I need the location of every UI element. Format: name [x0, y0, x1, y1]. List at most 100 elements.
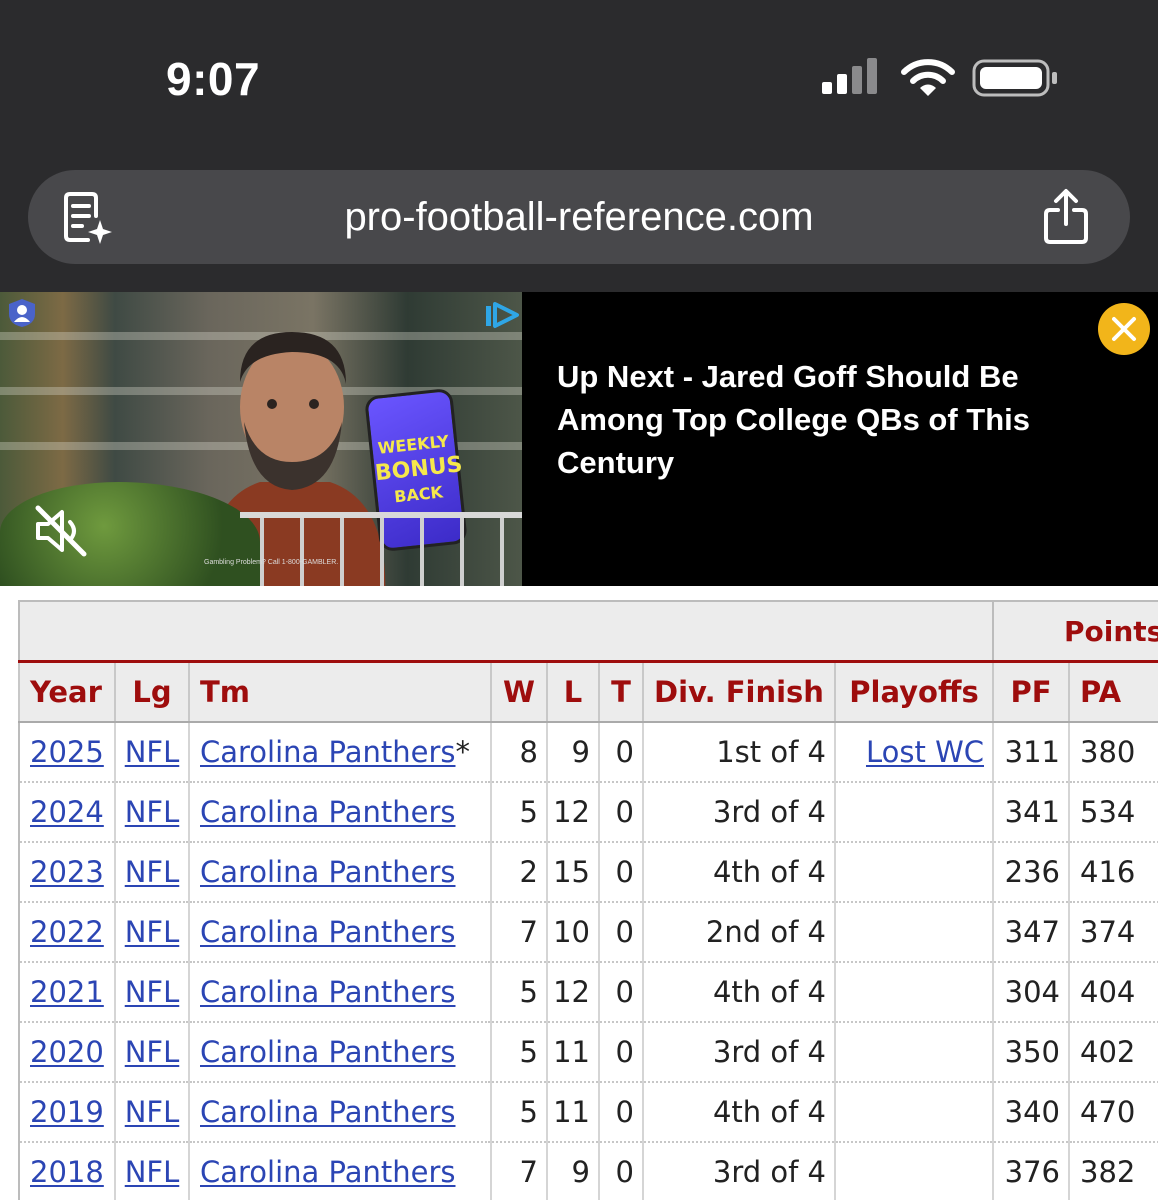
adchoices-icon[interactable] — [484, 300, 520, 330]
col-header-year[interactable]: Year — [18, 660, 116, 723]
col-header-w[interactable]: W — [490, 660, 548, 723]
browser-chrome: 9:07 pro-football-reference.com — [0, 0, 1158, 292]
col-header-l[interactable]: L — [546, 660, 600, 723]
league-link[interactable]: NFL — [125, 1035, 180, 1069]
year-link[interactable]: 2022 — [30, 915, 104, 949]
team-link[interactable]: Carolina Panthers — [200, 915, 456, 949]
table-row: 2021 NFL Carolina Panthers 5 12 0 4th of 4 304 4… — [18, 962, 1158, 1023]
year-link[interactable]: 2020 — [30, 1035, 104, 1069]
shield-badge-icon — [9, 299, 35, 327]
cell-div-finish: 4th of 4 — [642, 1082, 836, 1143]
over-header-blank — [18, 600, 994, 662]
cell-t: 0 — [598, 1082, 644, 1143]
team-link[interactable]: Carolina Panthers — [200, 975, 456, 1009]
cell-l: 15 — [546, 842, 600, 903]
cell-pa: 404 — [1068, 962, 1158, 1023]
table-row: 2024 NFL Carolina Panthers 5 12 0 3rd of 4 341 5… — [18, 782, 1158, 843]
team-link[interactable]: Carolina Panthers — [200, 795, 456, 829]
status-time: 9:07 — [166, 53, 261, 105]
cell-pf: 304 — [992, 962, 1070, 1023]
video-ad[interactable]: WEEKLY BONUS BACK Gambling Problem? Call… — [0, 292, 1158, 586]
year-link[interactable]: 2024 — [30, 795, 104, 829]
cell-tm: Carolina Panthers — [188, 962, 492, 1023]
cell-l: 9 — [546, 722, 600, 783]
cell-lg: NFL — [114, 1142, 190, 1200]
table-row: 2020 NFL Carolina Panthers 5 11 0 3rd of 4 350 4… — [18, 1022, 1158, 1083]
wifi-icon — [901, 59, 955, 96]
cell-pf: 347 — [992, 902, 1070, 963]
table-row: 2018 NFL Carolina Panthers 7 9 0 3rd of 4 376 38… — [18, 1142, 1158, 1200]
league-link[interactable]: NFL — [125, 975, 180, 1009]
table-row: 2019 NFL Carolina Panthers 5 11 0 4th of 4 340 4… — [18, 1082, 1158, 1143]
cell-lg: NFL — [114, 722, 190, 783]
cell-pf: 311 — [992, 722, 1070, 783]
year-link[interactable]: 2021 — [30, 975, 104, 1009]
cell-tm: Carolina Panthers — [188, 1142, 492, 1200]
cell-year: 2023 — [18, 842, 116, 903]
col-header-lg[interactable]: Lg — [114, 660, 190, 723]
cell-t: 0 — [598, 722, 644, 783]
cell-playoffs — [834, 1142, 994, 1200]
col-header-pa[interactable]: PA — [1068, 660, 1158, 723]
league-link[interactable]: NFL — [125, 795, 180, 829]
url-text[interactable]: pro-football-reference.com — [0, 170, 1158, 264]
cell-w: 5 — [490, 1022, 548, 1083]
cell-l: 12 — [546, 962, 600, 1023]
cell-w: 7 — [490, 1142, 548, 1200]
cell-lg: NFL — [114, 902, 190, 963]
playoff-marker: * — [455, 735, 471, 769]
col-header-tm[interactable]: Tm — [188, 660, 492, 723]
col-header-div-finish[interactable]: Div. Finish — [642, 660, 836, 723]
league-link[interactable]: NFL — [125, 915, 180, 949]
ad-video-frame[interactable]: WEEKLY BONUS BACK Gambling Problem? Call… — [0, 292, 522, 586]
cell-pf: 376 — [992, 1142, 1070, 1200]
cell-lg: NFL — [114, 1082, 190, 1143]
year-link[interactable]: 2023 — [30, 855, 104, 889]
team-link[interactable]: Carolina Panthers — [200, 855, 456, 889]
address-bar[interactable]: pro-football-reference.com — [28, 170, 1130, 264]
league-link[interactable]: NFL — [125, 855, 180, 889]
cell-l: 11 — [546, 1022, 600, 1083]
col-header-t[interactable]: T — [598, 660, 644, 723]
league-link[interactable]: NFL — [125, 1095, 180, 1129]
mute-icon[interactable] — [32, 502, 90, 560]
cell-year: 2021 — [18, 962, 116, 1023]
cell-tm: Carolina Panthers — [188, 902, 492, 963]
team-seasons-table: Points Year Lg Tm W L T Div. Finish Play… — [18, 600, 1158, 1200]
cell-w: 2 — [490, 842, 548, 903]
year-link[interactable]: 2018 — [30, 1155, 104, 1189]
team-link[interactable]: Carolina Panthers — [200, 1035, 456, 1069]
col-header-playoffs[interactable]: Playoffs — [834, 660, 994, 723]
cell-t: 0 — [598, 1142, 644, 1200]
cell-playoffs — [834, 1022, 994, 1083]
table-row: 2022 NFL Carolina Panthers 7 10 0 2nd of 4 347 3… — [18, 902, 1158, 963]
cell-t: 0 — [598, 782, 644, 843]
playoffs-link[interactable]: Lost WC — [866, 735, 984, 769]
team-link[interactable]: Carolina Panthers — [200, 1155, 456, 1189]
year-link[interactable]: 2019 — [30, 1095, 104, 1129]
cell-pa: 380 — [1068, 722, 1158, 783]
col-header-pf[interactable]: PF — [992, 660, 1070, 723]
league-link[interactable]: NFL — [125, 735, 180, 769]
cell-w: 5 — [490, 1082, 548, 1143]
cell-pa: 374 — [1068, 902, 1158, 963]
team-link[interactable]: Carolina Panthers — [200, 735, 456, 769]
cell-w: 7 — [490, 902, 548, 963]
cell-playoffs: Lost WC — [834, 722, 994, 783]
team-link[interactable]: Carolina Panthers — [200, 1095, 456, 1129]
cell-pa: 416 — [1068, 842, 1158, 903]
share-icon[interactable] — [1042, 188, 1090, 246]
ad-cart-image — [240, 512, 522, 586]
ad-fine-print: Gambling Problem? Call 1-800-GAMBLER. — [204, 559, 339, 566]
cell-playoffs — [834, 782, 994, 843]
year-link[interactable]: 2025 — [30, 735, 104, 769]
up-next-title[interactable]: Up Next - Jared Goff Should Be Among Top… — [557, 355, 1097, 484]
league-link[interactable]: NFL — [125, 1155, 180, 1189]
cell-l: 9 — [546, 1142, 600, 1200]
cell-pa: 470 — [1068, 1082, 1158, 1143]
over-header-points: Points — [992, 600, 1158, 662]
cell-div-finish: 4th of 4 — [642, 842, 836, 903]
cell-div-finish: 3rd of 4 — [642, 1142, 836, 1200]
close-icon[interactable] — [1098, 303, 1150, 355]
cell-l: 12 — [546, 782, 600, 843]
